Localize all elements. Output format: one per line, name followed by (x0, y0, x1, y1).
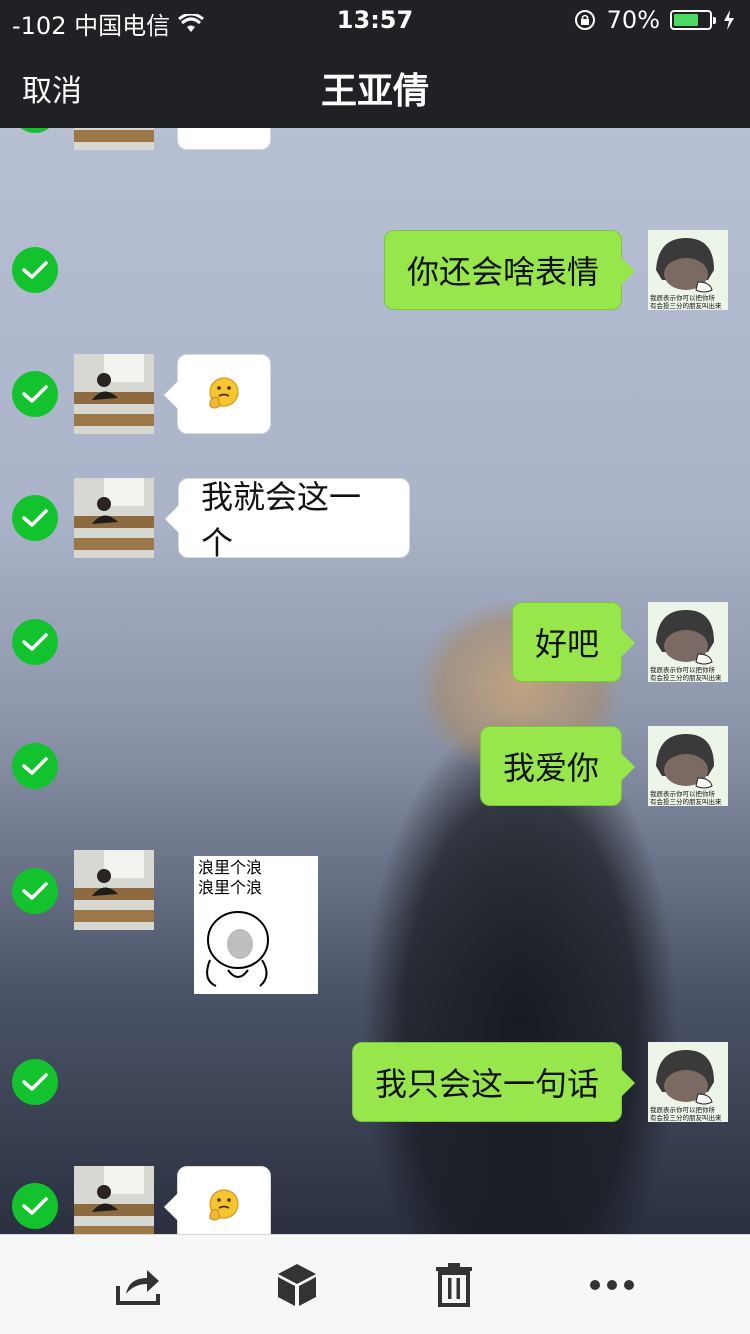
bottom-toolbar (0, 1234, 750, 1334)
message-bubble-text[interactable]: 你还会啥表情 (384, 230, 635, 310)
favorite-box-icon (278, 1264, 316, 1306)
message-bubble-text[interactable]: 我只会这一句话 (352, 1042, 635, 1122)
avatar-caption-line: 我辰表示你可以把你所 (650, 665, 716, 674)
select-checkbox[interactable] (12, 743, 58, 789)
message-bubble-emoji[interactable] (177, 128, 271, 150)
my-avatar-meme: 我辰表示你可以把你所有会投三分的朋友叫出来 (648, 230, 728, 310)
select-checkbox[interactable] (12, 371, 58, 417)
page-title: 王亚倩 (320, 71, 429, 112)
contact-avatar-photo (74, 1166, 154, 1234)
contact-avatar[interactable] (74, 478, 154, 558)
favorite-button[interactable] (267, 1259, 327, 1311)
select-checkbox[interactable] (12, 868, 58, 914)
message-bubble-text[interactable]: 我爱你 (480, 726, 635, 806)
battery-percent: 70% (606, 6, 660, 34)
share-icon (116, 1270, 160, 1305)
select-checkbox[interactable] (12, 619, 58, 665)
contact-avatar[interactable] (74, 1166, 154, 1234)
checkmark-icon (22, 261, 48, 279)
contact-avatar[interactable] (74, 354, 154, 434)
checkmark-icon (22, 385, 48, 403)
avatar-caption-line: 有会投三分的朋友叫出来 (650, 797, 722, 806)
avatar-caption-line: 我辰表示你可以把你所 (650, 293, 716, 302)
message-text: 我只会这一句话 (375, 1065, 600, 1103)
message-text: 好吧 (535, 625, 600, 663)
avatar-caption-line: 我辰表示你可以把你所 (650, 789, 716, 798)
message-bubble-text[interactable]: 好吧 (512, 602, 635, 682)
my-avatar[interactable]: 我辰表示你可以把你所 有会投三分的朋友叫出来 (648, 602, 728, 682)
checkmark-icon (22, 882, 48, 900)
checkmark-icon (22, 757, 48, 775)
message-bubble-emoji[interactable] (164, 354, 271, 434)
avatar-caption-line: 有会投三分的朋友叫出来 (650, 301, 722, 310)
message-sticker[interactable]: 浪里个浪 浪里个浪 (194, 856, 318, 994)
my-avatar[interactable]: 我辰表示你可以把你所 有会投三分的朋友叫出来 (648, 726, 728, 806)
my-avatar-meme: 我辰表示你可以把你所有会投三分的朋友叫出来 (648, 602, 728, 682)
contact-avatar[interactable] (74, 850, 154, 930)
chat-message-list[interactable]: 我辰表示你可以把你所 有会投三分的朋友叫出来 你还会啥表情 我就会这一个 我辰表示你可以… (0, 128, 750, 1234)
checkmark-icon (22, 509, 48, 527)
my-avatar[interactable]: 我辰表示你可以把你所 有会投三分的朋友叫出来 (648, 1042, 728, 1122)
delete-button[interactable] (424, 1259, 484, 1311)
message-text: 我就会这一个 (201, 478, 362, 562)
meme-face-icon (206, 911, 269, 987)
more-icon (590, 1280, 634, 1290)
avatar-caption-line: 有会投三分的朋友叫出来 (650, 673, 722, 682)
battery-nub (713, 17, 716, 24)
message-row (0, 354, 750, 434)
contact-avatar-photo (74, 478, 154, 558)
message-row: 我辰表示你可以把你所 有会投三分的朋友叫出来 我只会这一句话 (0, 1042, 750, 1122)
message-row: 我辰表示你可以把你所 有会投三分的朋友叫出来 我爱你 (0, 726, 750, 806)
message-bubble-emoji[interactable] (164, 1166, 271, 1234)
sticker-text-line: 浪里个浪 (198, 878, 263, 897)
rotation-lock-icon (574, 10, 595, 30)
message-text: 你还会啥表情 (407, 253, 600, 291)
share-button[interactable] (108, 1259, 168, 1311)
message-row: 浪里个浪 浪里个浪 (0, 850, 750, 996)
message-text: 我爱你 (503, 749, 600, 787)
message-row: 我辰表示你可以把你所 有会投三分的朋友叫出来 你还会啥表情 (0, 230, 750, 310)
avatar-caption-line: 有会投三分的朋友叫出来 (650, 1113, 722, 1122)
thinking-emoji-icon (209, 377, 239, 409)
checkmark-icon (22, 1073, 48, 1091)
status-bar: -102 中国电信 13:57 70% (0, 0, 750, 40)
battery-level-fill (674, 14, 698, 26)
thinking-emoji-icon (209, 1189, 239, 1221)
status-right: 70% (573, 6, 736, 34)
message-row: 我就会这一个 (0, 478, 750, 562)
checkmark-icon (22, 1197, 48, 1215)
nav-bar: 取消 王亚倩 (0, 40, 750, 128)
select-checkbox[interactable] (12, 1183, 58, 1229)
contact-avatar[interactable] (74, 128, 154, 150)
my-avatar-meme: 我辰表示你可以把你所有会投三分的朋友叫出来 (648, 726, 728, 806)
delete-trash-icon (436, 1263, 472, 1307)
select-checkbox[interactable] (12, 128, 58, 133)
message-row: 我辰表示你可以把你所 有会投三分的朋友叫出来 好吧 (0, 602, 750, 682)
message-row (0, 128, 750, 150)
message-bubble-text[interactable]: 我就会这一个 (165, 478, 410, 562)
my-avatar-meme: 我辰表示你可以把你所有会投三分的朋友叫出来 (648, 1042, 728, 1122)
select-checkbox[interactable] (12, 247, 58, 293)
sticker-image (198, 904, 314, 995)
avatar-caption-line: 我辰表示你可以把你所 (650, 1105, 716, 1114)
checkmark-icon (22, 633, 48, 651)
my-avatar[interactable]: 我辰表示你可以把你所 有会投三分的朋友叫出来 (648, 230, 728, 310)
contact-avatar-photo (74, 128, 154, 150)
message-row (0, 1166, 750, 1234)
charging-icon (724, 10, 734, 30)
contact-avatar-photo (74, 850, 154, 930)
contact-avatar-photo (74, 354, 154, 434)
select-checkbox[interactable] (12, 1059, 58, 1105)
more-button[interactable] (582, 1259, 642, 1311)
sticker-text-line: 浪里个浪 (198, 858, 263, 877)
select-checkbox[interactable] (12, 495, 58, 541)
battery-icon (670, 10, 716, 30)
